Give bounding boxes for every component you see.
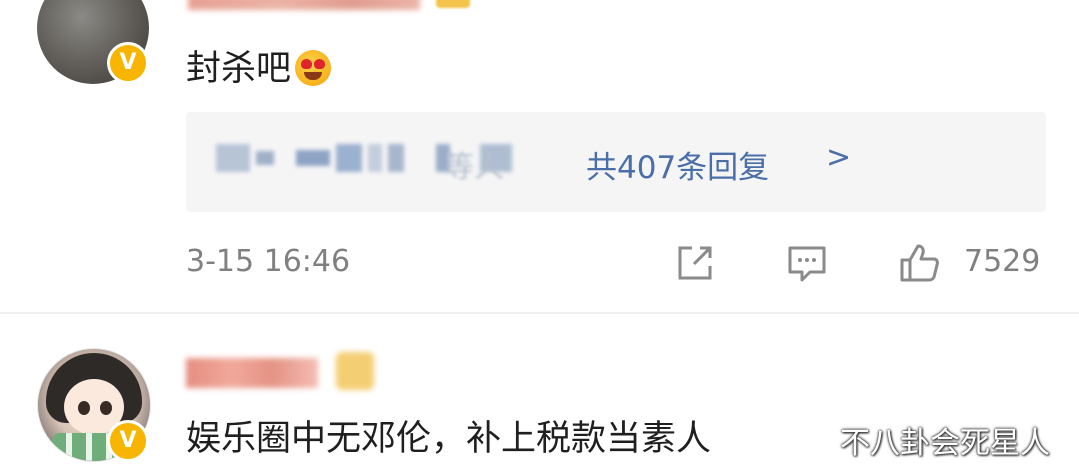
reply-users-tail: 等人 <box>444 150 504 185</box>
watermark-text: 不八卦会死星人 <box>840 426 1050 461</box>
comment-icon[interactable] <box>784 240 830 286</box>
share-icon[interactable] <box>672 240 718 286</box>
user-level-badge <box>436 0 470 8</box>
heart-eyes-emoji-icon <box>295 50 332 86</box>
reply-count-link[interactable]: 共407条回复 <box>586 142 769 187</box>
comment-timestamp: 3-15 16:46 <box>186 244 351 279</box>
thumbs-up-icon[interactable] <box>896 240 942 286</box>
comment-text: 封杀吧 <box>186 40 332 91</box>
comment-body: 封杀吧 <box>186 49 292 89</box>
reply-summary[interactable]: 等人 共407条回复 > <box>186 112 1046 212</box>
username-blurred[interactable] <box>186 358 318 388</box>
verified-badge-icon: V <box>107 42 149 84</box>
user-level-badge <box>336 352 374 390</box>
comment-body: 娱乐圈中无邓伦，补上税款当素人 <box>186 419 712 459</box>
username-blurred[interactable] <box>188 0 420 10</box>
comment-divider <box>0 312 1079 314</box>
chevron-right-icon[interactable]: > <box>826 140 851 175</box>
verified-badge-icon: V <box>107 420 149 462</box>
like-count[interactable]: 7529 <box>964 244 1040 279</box>
